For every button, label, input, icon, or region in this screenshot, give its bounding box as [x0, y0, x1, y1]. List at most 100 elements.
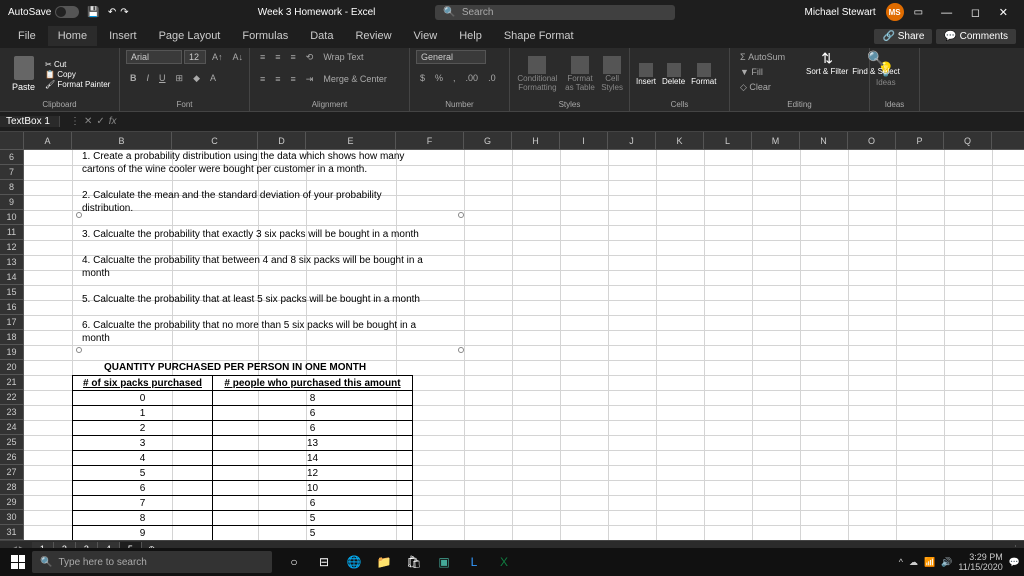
dropdown-icon[interactable]: ⋮ [70, 116, 80, 127]
increase-font-icon[interactable]: A↑ [208, 50, 227, 64]
explorer-icon[interactable]: 📁 [370, 550, 398, 574]
tab-view[interactable]: View [404, 26, 448, 46]
table-cell[interactable]: 13 [213, 436, 413, 451]
indent-icon[interactable]: ⇥ [302, 72, 318, 87]
wifi-icon[interactable]: 📶 [924, 557, 935, 568]
table-cell[interactable]: 8 [213, 391, 413, 406]
row-header-6[interactable]: 6 [0, 150, 23, 165]
onedrive-icon[interactable]: ☁ [909, 557, 918, 568]
col-header-D[interactable]: D [258, 132, 306, 149]
row-header-7[interactable]: 7 [0, 165, 23, 180]
row-header-20[interactable]: 20 [0, 360, 23, 375]
taskbar-search[interactable]: 🔍 Type here to search [32, 551, 272, 573]
cortana-icon[interactable]: ○ [280, 550, 308, 574]
table-cell[interactable]: 2 [73, 421, 213, 436]
cut-button[interactable]: ✂ Cut [45, 60, 110, 69]
table-cell[interactable]: 10 [213, 481, 413, 496]
tab-data[interactable]: Data [300, 26, 343, 46]
fill-button[interactable]: ▼ Fill [736, 65, 767, 79]
table-cell[interactable]: 9 [73, 526, 213, 541]
textbox-handle[interactable] [458, 347, 464, 353]
col-header-C[interactable]: C [172, 132, 258, 149]
decrease-decimal-icon[interactable]: .0 [484, 71, 500, 85]
row-header-9[interactable]: 9 [0, 195, 23, 210]
col-header-M[interactable]: M [752, 132, 800, 149]
tray-expand-icon[interactable]: ^ [899, 557, 903, 567]
col-header-F[interactable]: F [396, 132, 464, 149]
table-cell[interactable]: 6 [213, 496, 413, 511]
undo-icon[interactable]: ↶ [108, 7, 116, 18]
align-middle-icon[interactable]: ≡ [271, 50, 284, 65]
row-header-12[interactable]: 12 [0, 240, 23, 255]
align-top-icon[interactable]: ≡ [256, 50, 269, 65]
font-name-select[interactable]: Arial [126, 50, 182, 64]
col-header-I[interactable]: I [560, 132, 608, 149]
sort-filter-button[interactable]: ⇅Sort & Filter [806, 50, 848, 76]
table-cell[interactable]: 7 [73, 496, 213, 511]
col-header-B[interactable]: B [72, 132, 172, 149]
col-header-O[interactable]: O [848, 132, 896, 149]
table-cell[interactable]: 5 [213, 526, 413, 541]
font-size-select[interactable]: 12 [184, 50, 206, 64]
clear-button[interactable]: ◇ Clear [736, 80, 775, 95]
autosave-toggle[interactable]: AutoSave [8, 6, 79, 18]
row-header-30[interactable]: 30 [0, 510, 23, 525]
cancel-formula-icon[interactable]: ✕ [84, 116, 92, 127]
row-header-25[interactable]: 25 [0, 435, 23, 450]
orientation-icon[interactable]: ⟲ [302, 50, 318, 65]
delete-cells-button[interactable]: Delete [662, 63, 685, 86]
table-cell[interactable]: 8 [73, 511, 213, 526]
row-header-18[interactable]: 18 [0, 330, 23, 345]
volume-icon[interactable]: 🔊 [941, 557, 952, 568]
merge-button[interactable]: Merge & Center [319, 72, 391, 87]
redo-icon[interactable]: ↷ [120, 7, 128, 18]
number-format-select[interactable]: General [416, 50, 486, 64]
decrease-font-icon[interactable]: A↓ [229, 50, 248, 64]
row-header-13[interactable]: 13 [0, 255, 23, 270]
italic-button[interactable]: I [143, 71, 154, 86]
table-cell[interactable]: 12 [213, 466, 413, 481]
col-header-H[interactable]: H [512, 132, 560, 149]
col-header-J[interactable]: J [608, 132, 656, 149]
align-bottom-icon[interactable]: ≡ [287, 50, 300, 65]
fill-color-button[interactable]: ◆ [189, 71, 204, 86]
align-right-icon[interactable]: ≡ [287, 72, 300, 87]
close-button[interactable]: ✕ [991, 7, 1016, 19]
minimize-button[interactable]: — [933, 7, 960, 19]
excel-icon[interactable]: X [490, 550, 518, 574]
border-button[interactable]: ⊞ [172, 71, 188, 86]
row-header-16[interactable]: 16 [0, 300, 23, 315]
tray-clock[interactable]: 3:29 PM 11/15/2020 [958, 552, 1002, 572]
row-header-29[interactable]: 29 [0, 495, 23, 510]
bold-button[interactable]: B [126, 71, 141, 86]
align-left-icon[interactable]: ≡ [256, 72, 269, 87]
app-icon[interactable]: ▣ [430, 550, 458, 574]
tab-insert[interactable]: Insert [99, 26, 147, 46]
row-header-21[interactable]: 21 [0, 375, 23, 390]
textbox-handle[interactable] [76, 347, 82, 353]
notifications-icon[interactable]: 💬 [1009, 557, 1020, 568]
copy-button[interactable]: 📋 Copy [45, 70, 110, 79]
textbox-handle[interactable] [458, 212, 464, 218]
row-header-24[interactable]: 24 [0, 420, 23, 435]
enter-formula-icon[interactable]: ✓ [96, 116, 104, 127]
wrap-text-button[interactable]: Wrap Text [319, 50, 367, 65]
search-box[interactable]: 🔍 Search [435, 5, 675, 20]
row-header-17[interactable]: 17 [0, 315, 23, 330]
currency-icon[interactable]: $ [416, 71, 429, 85]
row-header-19[interactable]: 19 [0, 345, 23, 360]
row-header-26[interactable]: 26 [0, 450, 23, 465]
row-header-15[interactable]: 15 [0, 285, 23, 300]
comma-icon[interactable]: , [449, 71, 460, 85]
avatar[interactable]: MS [886, 3, 904, 21]
table-cell[interactable]: 5 [213, 511, 413, 526]
row-header-28[interactable]: 28 [0, 480, 23, 495]
format-table-button[interactable]: Format as Table [565, 56, 595, 92]
table-cell[interactable]: 4 [73, 451, 213, 466]
tab-formulas[interactable]: Formulas [232, 26, 298, 46]
cell-styles-button[interactable]: Cell Styles [601, 56, 623, 92]
row-header-22[interactable]: 22 [0, 390, 23, 405]
tab-review[interactable]: Review [345, 26, 401, 46]
textbox-handle[interactable] [76, 212, 82, 218]
table-cell[interactable]: 5 [73, 466, 213, 481]
